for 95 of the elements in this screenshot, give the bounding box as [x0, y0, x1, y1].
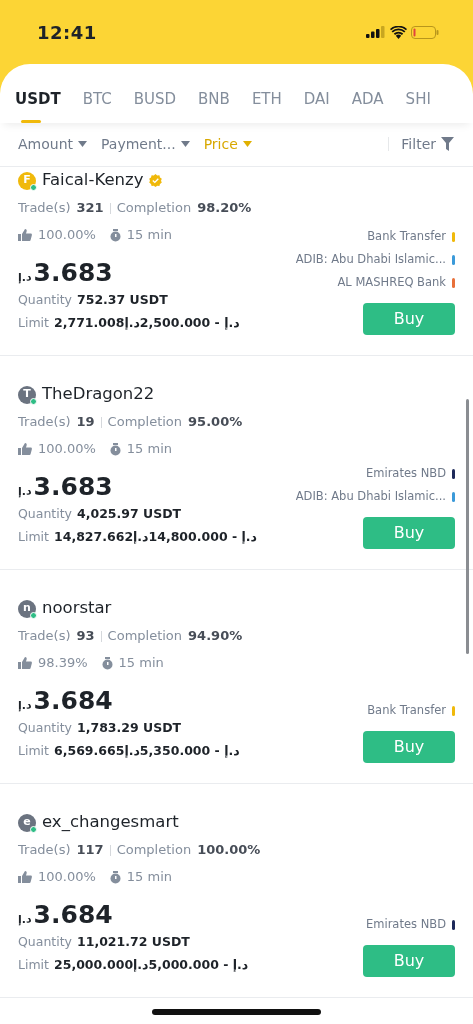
trades-count: 117	[76, 841, 104, 860]
buy-button[interactable]: Buy	[363, 730, 455, 763]
completion-label: Completion	[116, 199, 192, 218]
signal-icon	[366, 26, 386, 38]
pay-time: 15 min	[126, 440, 173, 459]
payment-method: Emirates NBD	[365, 916, 446, 934]
quantity-label: Quantity	[18, 932, 73, 951]
coin-tab[interactable]: BTC	[82, 88, 112, 123]
completion-label: Completion	[107, 413, 183, 432]
currency-label: د.إ	[18, 269, 32, 286]
timer-icon	[109, 442, 121, 456]
limit-range: 2,771.008د.إ - 2,500.000د.إ	[54, 313, 240, 332]
battery-icon	[411, 25, 439, 39]
quantity-value: 4,025.97 USDT	[77, 504, 182, 523]
coin-tab[interactable]: BUSD	[133, 88, 177, 123]
funnel-icon	[441, 137, 454, 151]
merchant-name[interactable]: ex_changesmart	[42, 810, 179, 835]
completion-label: Completion	[107, 627, 183, 646]
coin-tab[interactable]: USDT	[15, 88, 61, 123]
clock-time: 12:41	[37, 20, 97, 45]
filter-button[interactable]: Filter	[401, 133, 454, 155]
avatar: T	[18, 385, 36, 404]
limit-range: 25,000.000د.إ - 5,000.000د.إ	[54, 955, 249, 974]
completion-rate: 94.90%	[188, 627, 243, 646]
payment-method: Emirates NBD	[365, 465, 446, 483]
wifi-icon	[390, 25, 407, 39]
completion-label: Completion	[116, 841, 192, 860]
limit-label: Limit	[18, 741, 49, 760]
positive-rate: 98.39%	[38, 654, 88, 673]
trades-label: Trade(s)	[18, 199, 71, 218]
trades-count: 93	[76, 627, 95, 646]
buy-button[interactable]: Buy	[363, 944, 455, 977]
payment-method: ADIB: Abu Dhabi Islamic...	[295, 488, 446, 506]
completion-rate: 95.00%	[188, 413, 243, 432]
timer-icon	[109, 228, 121, 242]
coin-tab[interactable]: DAI	[303, 88, 330, 123]
coin-tab[interactable]: ADA	[351, 88, 384, 123]
coin-tab[interactable]: SHI	[405, 88, 431, 123]
payment-method: ADIB: Abu Dhabi Islamic...	[295, 251, 446, 269]
merchant-name[interactable]: noorstar	[42, 596, 112, 621]
currency-label: د.إ	[18, 697, 32, 714]
positive-rate: 100.00%	[38, 226, 96, 245]
limit-range: 14,827.662د.إ - 14,800.000د.إ	[54, 527, 257, 546]
merchant-name[interactable]: Faical-Kenzy	[42, 168, 144, 193]
price-value: 3.683	[33, 256, 113, 289]
merchant-name[interactable]: TheDragon22	[42, 382, 155, 407]
sort-dropdown[interactable]: Payment...	[101, 133, 190, 155]
avatar: n	[18, 599, 36, 618]
completion-rate: 98.20%	[197, 199, 252, 218]
limit-range: 6,569.665د.إ - 5,350.000د.إ	[54, 741, 240, 760]
buy-button[interactable]: Buy	[363, 516, 455, 549]
price-value: 3.683	[33, 470, 113, 503]
caret-icon	[180, 141, 190, 147]
quantity-value: 11,021.72 USDT	[77, 932, 190, 951]
timer-icon	[109, 870, 121, 884]
limit-label: Limit	[18, 527, 49, 546]
sort-dropdown[interactable]: Amount	[18, 133, 87, 155]
caret-icon	[242, 141, 252, 147]
coin-tab[interactable]: BNB	[198, 88, 230, 123]
trades-label: Trade(s)	[18, 413, 71, 432]
limit-label: Limit	[18, 313, 49, 332]
buy-button[interactable]: Buy	[363, 302, 455, 335]
quantity-label: Quantity	[18, 290, 73, 309]
caret-icon	[78, 141, 87, 147]
quantity-label: Quantity	[18, 718, 73, 737]
limit-label: Limit	[18, 955, 49, 974]
trades-label: Trade(s)	[18, 627, 71, 646]
payment-method: AL MASHREQ Bank	[337, 274, 446, 292]
coin-tab[interactable]: ETH	[251, 88, 282, 123]
positive-rate: 100.00%	[38, 868, 96, 887]
timer-icon	[101, 656, 113, 670]
sort-dropdown[interactable]: Price	[203, 133, 252, 155]
payment-method: Bank Transfer	[367, 702, 446, 720]
price-value: 3.684	[33, 898, 113, 931]
trades-label: Trade(s)	[18, 841, 71, 860]
payment-method: Bank Transfer	[367, 228, 446, 246]
completion-rate: 100.00%	[197, 841, 261, 860]
quantity-value: 1,783.29 USDT	[77, 718, 182, 737]
thumbs-up-icon	[18, 871, 32, 883]
pay-time: 15 min	[126, 868, 173, 887]
thumbs-up-icon	[18, 657, 32, 669]
avatar: F	[18, 171, 36, 190]
currency-label: د.إ	[18, 911, 32, 928]
positive-rate: 100.00%	[38, 440, 96, 459]
thumbs-up-icon	[18, 443, 32, 455]
quantity-value: 752.37 USDT	[77, 290, 168, 309]
thumbs-up-icon	[18, 229, 32, 241]
avatar: e	[18, 813, 36, 832]
trades-count: 321	[76, 199, 104, 218]
price-value: 3.684	[33, 684, 113, 717]
currency-label: د.إ	[18, 483, 32, 500]
pay-time: 15 min	[118, 654, 164, 673]
trades-count: 19	[76, 413, 95, 432]
quantity-label: Quantity	[18, 504, 73, 523]
pay-time: 15 min	[126, 226, 173, 245]
